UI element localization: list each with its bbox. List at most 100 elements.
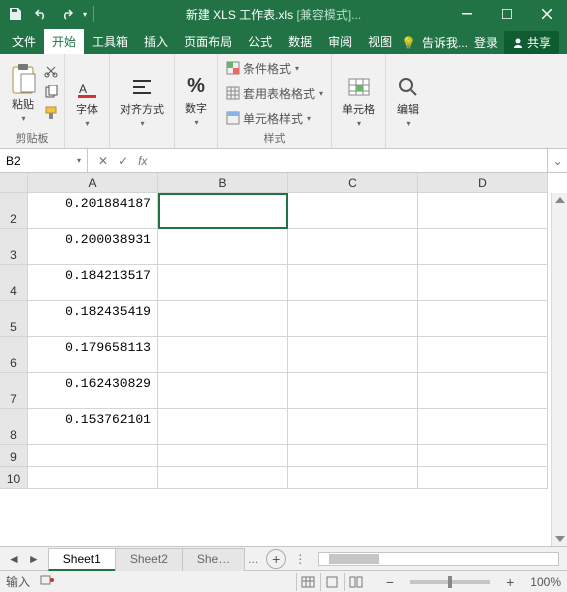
cell[interactable]: [288, 301, 418, 337]
sheet-tab[interactable]: Sheet2: [115, 548, 183, 571]
zoom-out-button[interactable]: −: [386, 574, 394, 590]
cell[interactable]: [158, 229, 288, 265]
column-header[interactable]: A: [28, 173, 158, 193]
sheet-tab[interactable]: She…: [182, 548, 245, 571]
zoom-in-button[interactable]: +: [506, 574, 514, 590]
row-header[interactable]: 3: [0, 229, 28, 265]
page-break-view-button[interactable]: [344, 573, 368, 591]
tab-文件[interactable]: 文件: [4, 29, 44, 54]
share-button[interactable]: 共享: [504, 31, 559, 54]
name-box[interactable]: B2 ▾: [0, 149, 88, 172]
row-header[interactable]: 2: [0, 193, 28, 229]
cancel-formula-icon[interactable]: ✕: [98, 154, 108, 168]
cell[interactable]: [158, 409, 288, 445]
tab-页面布局[interactable]: 页面布局: [176, 29, 240, 54]
row-header[interactable]: 4: [0, 265, 28, 301]
cell[interactable]: 0.184213517: [28, 265, 158, 301]
cell[interactable]: [288, 229, 418, 265]
cell[interactable]: [158, 301, 288, 337]
cell[interactable]: [418, 193, 548, 229]
cell[interactable]: [418, 409, 548, 445]
maximize-button[interactable]: [487, 0, 527, 28]
expand-formula-bar-icon[interactable]: ⌄: [547, 149, 567, 172]
tab-工具箱[interactable]: 工具箱: [84, 29, 136, 54]
new-sheet-button[interactable]: +: [266, 549, 286, 569]
conditional-formatting-button[interactable]: 条件格式▾: [224, 59, 325, 78]
font-button[interactable]: A 字体▾: [71, 73, 103, 130]
cell[interactable]: 0.153762101: [28, 409, 158, 445]
cut-icon[interactable]: [44, 64, 58, 81]
sign-in-button[interactable]: 登录: [474, 34, 498, 51]
paste-button[interactable]: 粘贴▾: [6, 62, 40, 125]
alignment-button[interactable]: 对齐方式▾: [116, 73, 168, 130]
zoom-slider[interactable]: [410, 580, 490, 584]
cell-styles-button[interactable]: 单元格样式▾: [224, 109, 325, 128]
page-layout-view-button[interactable]: [320, 573, 344, 591]
cell[interactable]: [288, 193, 418, 229]
cell[interactable]: [158, 337, 288, 373]
format-as-table-button[interactable]: 套用表格格式▾: [224, 84, 325, 103]
vertical-scrollbar[interactable]: [551, 193, 567, 546]
worksheet-grid[interactable]: ABCD 20.20188418730.20003893140.18421351…: [0, 173, 567, 546]
tab-公式[interactable]: 公式: [240, 29, 280, 54]
sheet-overflow-label[interactable]: ...: [248, 552, 258, 566]
cell[interactable]: 0.201884187: [28, 193, 158, 229]
cell[interactable]: [418, 467, 548, 489]
row-header[interactable]: 9: [0, 445, 28, 467]
tab-插入[interactable]: 插入: [136, 29, 176, 54]
cell[interactable]: [288, 337, 418, 373]
fx-icon[interactable]: fx: [138, 154, 147, 168]
column-header[interactable]: C: [288, 173, 418, 193]
redo-icon[interactable]: [56, 3, 78, 25]
cell[interactable]: [288, 373, 418, 409]
column-header[interactable]: D: [418, 173, 548, 193]
cell[interactable]: [288, 467, 418, 489]
tab-审阅[interactable]: 审阅: [320, 29, 360, 54]
format-painter-icon[interactable]: [44, 106, 58, 123]
row-header[interactable]: 8: [0, 409, 28, 445]
enter-formula-icon[interactable]: ✓: [118, 154, 128, 168]
select-all-corner[interactable]: [0, 173, 28, 193]
cell[interactable]: [418, 373, 548, 409]
row-header[interactable]: 7: [0, 373, 28, 409]
save-icon[interactable]: [4, 3, 26, 25]
cells-button[interactable]: 单元格▾: [338, 73, 379, 130]
cell[interactable]: [28, 467, 158, 489]
column-header[interactable]: B: [158, 173, 288, 193]
normal-view-button[interactable]: [296, 573, 320, 591]
cell[interactable]: 0.179658113: [28, 337, 158, 373]
editing-button[interactable]: 编辑▾: [392, 73, 424, 130]
horizontal-scrollbar[interactable]: [318, 552, 559, 566]
zoom-level-label[interactable]: 100%: [530, 575, 561, 589]
tell-me-button[interactable]: 告诉我...: [422, 34, 468, 51]
cell[interactable]: [158, 445, 288, 467]
row-header[interactable]: 10: [0, 467, 28, 489]
number-button[interactable]: % 数字▾: [181, 73, 211, 129]
close-button[interactable]: [527, 0, 567, 28]
cell[interactable]: [418, 229, 548, 265]
minimize-button[interactable]: [447, 0, 487, 28]
cell[interactable]: [158, 467, 288, 489]
cell[interactable]: [418, 445, 548, 467]
cell[interactable]: [28, 445, 158, 467]
sheet-tab[interactable]: Sheet1: [48, 548, 116, 571]
undo-icon[interactable]: [30, 3, 52, 25]
cell[interactable]: [158, 265, 288, 301]
cell[interactable]: [418, 265, 548, 301]
cell[interactable]: [158, 373, 288, 409]
tab-视图[interactable]: 视图: [360, 29, 400, 54]
sheet-nav-prev-icon[interactable]: ◄: [8, 552, 20, 566]
cell[interactable]: 0.162430829: [28, 373, 158, 409]
cell[interactable]: [288, 445, 418, 467]
cell[interactable]: [418, 337, 548, 373]
sheet-nav-next-icon[interactable]: ►: [28, 552, 40, 566]
formula-input[interactable]: [157, 149, 547, 172]
row-header[interactable]: 5: [0, 301, 28, 337]
copy-icon[interactable]: [44, 85, 58, 102]
cell[interactable]: [418, 301, 548, 337]
row-header[interactable]: 6: [0, 337, 28, 373]
cell[interactable]: [288, 265, 418, 301]
macro-record-icon[interactable]: [40, 574, 54, 589]
cell[interactable]: [158, 193, 288, 229]
cell[interactable]: [288, 409, 418, 445]
